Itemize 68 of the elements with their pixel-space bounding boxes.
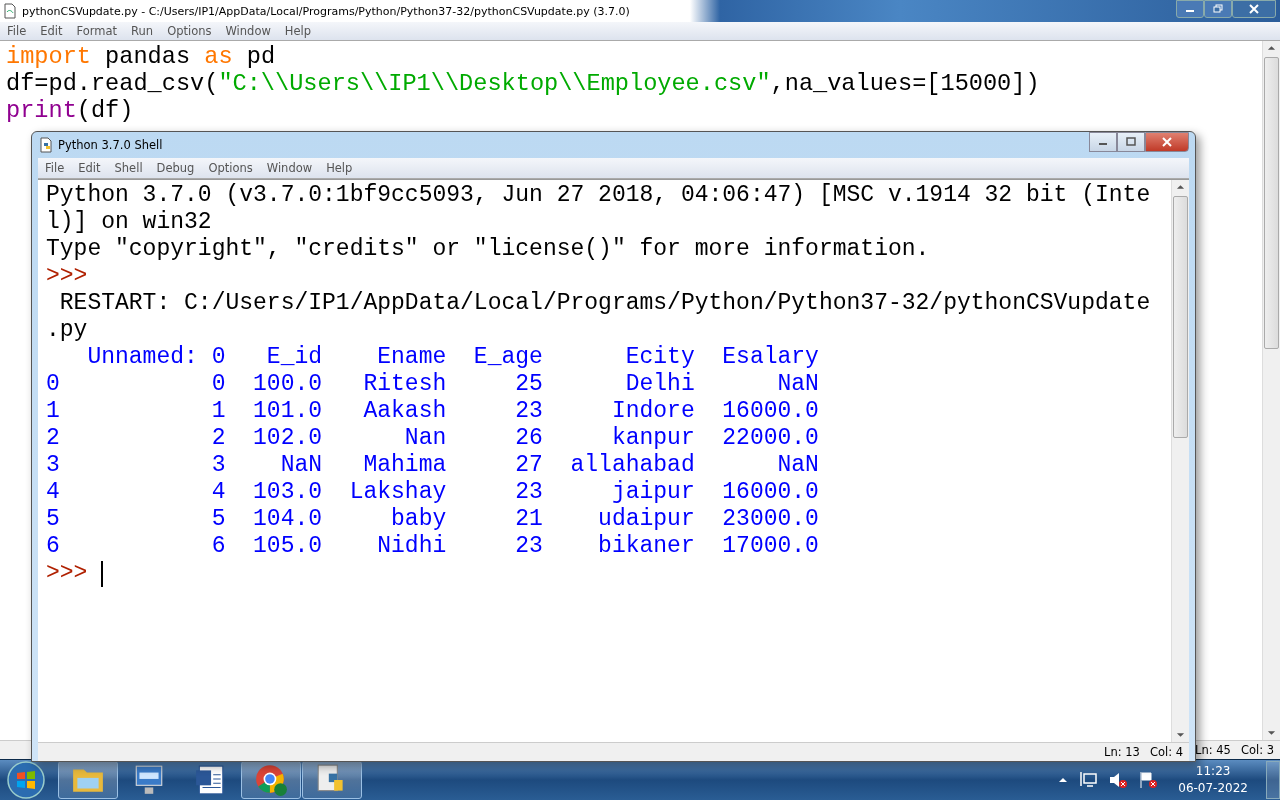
menu-item[interactable]: Window <box>225 24 271 38</box>
menu-item[interactable]: Options <box>208 161 253 175</box>
window-title: pythonCSVupdate.py - C:/Users/IP1/AppData/Local/Programs/Python/Python37-32/pythonCSVupdate.py (3.7.0) <box>22 4 630 18</box>
scroll-up-icon[interactable] <box>1267 45 1276 51</box>
clock-date: 06-07-2022 <box>1178 780 1248 797</box>
menu-item[interactable]: Options <box>167 24 212 38</box>
flag-icon[interactable] <box>1138 771 1159 789</box>
column-indicator: Col: 4 <box>1149 745 1183 759</box>
code-line: df=pd.read_csv("C:\\Users\\IP1\\Desktop\\Employee.csv",na_values=[15000]) <box>6 70 1040 97</box>
output-line: Python 3.7.0 (v3.7.0:1bf9cc5093, Jun 27 2018, 04:06:47) [MSC v.1914 32 bit (Inte <box>46 182 1151 209</box>
close-button[interactable] <box>1232 0 1276 18</box>
speaker-muted-icon[interactable] <box>1108 771 1129 789</box>
show-hidden-icons-icon[interactable] <box>1058 777 1069 783</box>
browser-icon <box>254 763 288 797</box>
menu-item[interactable]: File <box>45 161 65 175</box>
output-line: 5 5 104.0 baby 21 udaipur 23000.0 <box>46 506 819 533</box>
menu-item[interactable]: Edit <box>40 24 63 38</box>
close-button[interactable] <box>1145 132 1189 152</box>
minimize-button[interactable] <box>1176 0 1204 18</box>
output-line: >>> <box>46 263 88 290</box>
menu-item[interactable]: Run <box>131 24 154 38</box>
output-line: >>> <box>46 560 88 587</box>
output-line: Unnamed: 0 E_id Ename E_age Ecity Esalary <box>86 344 819 371</box>
document-icon <box>194 764 226 796</box>
output-line: 1 1 101.0 Aakash 23 Indore 16000.0 <box>46 398 819 425</box>
output-line: 2 2 102.0 Nan 26 kanpur 22000.0 <box>46 425 819 452</box>
line-indicator: Ln: 13 <box>1104 745 1140 759</box>
output-line: Type "copyright", "credits" or "license()" for more information. <box>46 236 930 263</box>
maximize-icon <box>1125 137 1137 147</box>
output-line: RESTART: C:/Users/IP1/AppData/Local/Programs/Python/Python37-32/pythonCSVupdate <box>58 290 1151 317</box>
menu-item[interactable]: Debug <box>156 161 195 175</box>
maximize-button[interactable] <box>1117 132 1145 152</box>
network-icon[interactable] <box>1078 771 1099 789</box>
close-icon <box>1248 4 1260 14</box>
taskbar-app[interactable] <box>302 761 362 799</box>
column-indicator: Col: 3 <box>1240 743 1274 757</box>
code-line: print(df) <box>6 97 134 124</box>
output-line: 4 4 103.0 Lakshay 23 jaipur 16000.0 <box>46 479 819 506</box>
scrollbar[interactable] <box>1171 180 1189 742</box>
menu-item[interactable]: Window <box>266 161 313 175</box>
output-line: 3 3 NaN Mahima 27 allahabad NaN <box>46 452 819 479</box>
menu-item[interactable]: File <box>7 24 27 38</box>
menu-item[interactable]: Edit <box>78 161 101 175</box>
minimize-button[interactable] <box>1089 132 1117 152</box>
scroll-down-icon[interactable] <box>1267 730 1276 736</box>
document-icon <box>2 3 18 19</box>
restore-icon <box>1212 4 1224 14</box>
taskbar-app[interactable] <box>58 761 118 799</box>
scroll-up-icon[interactable] <box>1176 184 1185 190</box>
output-line: l)] on win32 <box>46 209 212 236</box>
menu-item[interactable]: Shell <box>114 161 143 175</box>
clock-time: 11:23 <box>1195 763 1231 780</box>
code-line: import pandas as pd <box>6 43 276 70</box>
output-line: 0 0 100.0 Ritesh 25 Delhi NaN <box>46 371 819 398</box>
restore-button[interactable] <box>1204 0 1232 18</box>
clock[interactable]: 11:23 06-07-2022 <box>1178 763 1248 797</box>
output-line: .py <box>46 317 88 344</box>
menu-item[interactable]: Help <box>326 161 353 175</box>
menu-item[interactable]: Format <box>76 24 118 38</box>
scroll-down-icon[interactable] <box>1176 732 1185 738</box>
output-line: 6 6 105.0 Nidhi 23 bikaner 17000.0 <box>46 533 819 560</box>
python-icon <box>38 137 54 153</box>
menu-item[interactable]: Help <box>284 24 312 38</box>
close-icon <box>1161 137 1173 147</box>
window-title: Python 3.7.0 Shell <box>58 138 163 152</box>
scrollbar[interactable] <box>1262 41 1280 740</box>
line-indicator: Ln: 45 <box>1195 743 1231 757</box>
taskbar-app[interactable] <box>241 761 301 799</box>
